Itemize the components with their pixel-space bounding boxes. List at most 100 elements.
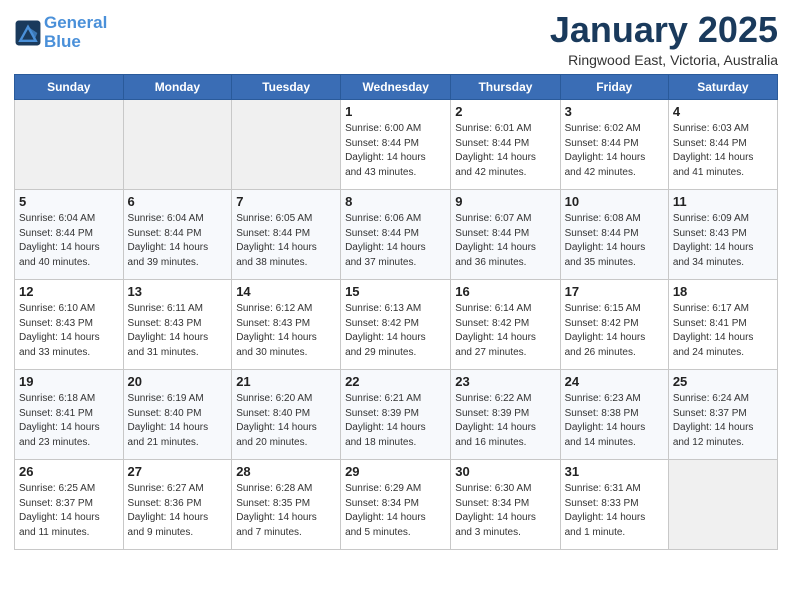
- calendar-cell: 4Sunrise: 6:03 AMSunset: 8:44 PMDaylight…: [668, 99, 777, 189]
- page: General Blue January 2025 Ringwood East,…: [0, 0, 792, 612]
- week-row-1: 1Sunrise: 6:00 AMSunset: 8:44 PMDaylight…: [15, 99, 778, 189]
- day-info: Sunrise: 6:11 AMSunset: 8:43 PMDaylight:…: [128, 302, 228, 360]
- day-number: 26: [19, 463, 119, 482]
- calendar-cell: [668, 459, 777, 549]
- calendar-cell: 31Sunrise: 6:31 AMSunset: 8:33 PMDayligh…: [560, 459, 668, 549]
- calendar: SundayMondayTuesdayWednesdayThursdayFrid…: [14, 74, 778, 550]
- day-info: Sunrise: 6:02 AMSunset: 8:44 PMDaylight:…: [565, 122, 664, 180]
- day-number: 23: [455, 373, 555, 392]
- weekday-header-friday: Friday: [560, 74, 668, 99]
- day-number: 14: [236, 283, 336, 302]
- day-info: Sunrise: 6:05 AMSunset: 8:44 PMDaylight:…: [236, 212, 336, 270]
- weekday-header-thursday: Thursday: [451, 74, 560, 99]
- day-info: Sunrise: 6:17 AMSunset: 8:41 PMDaylight:…: [673, 302, 773, 360]
- day-number: 28: [236, 463, 336, 482]
- calendar-cell: [232, 99, 341, 189]
- calendar-cell: 22Sunrise: 6:21 AMSunset: 8:39 PMDayligh…: [341, 369, 451, 459]
- day-info: Sunrise: 6:07 AMSunset: 8:44 PMDaylight:…: [455, 212, 555, 270]
- calendar-cell: 23Sunrise: 6:22 AMSunset: 8:39 PMDayligh…: [451, 369, 560, 459]
- logo-icon: [14, 19, 42, 47]
- day-info: Sunrise: 6:15 AMSunset: 8:42 PMDaylight:…: [565, 302, 664, 360]
- day-number: 3: [565, 103, 664, 122]
- calendar-cell: 11Sunrise: 6:09 AMSunset: 8:43 PMDayligh…: [668, 189, 777, 279]
- day-info: Sunrise: 6:12 AMSunset: 8:43 PMDaylight:…: [236, 302, 336, 360]
- day-number: 25: [673, 373, 773, 392]
- title-block: January 2025 Ringwood East, Victoria, Au…: [550, 10, 778, 68]
- day-number: 4: [673, 103, 773, 122]
- day-number: 12: [19, 283, 119, 302]
- calendar-cell: 9Sunrise: 6:07 AMSunset: 8:44 PMDaylight…: [451, 189, 560, 279]
- calendar-cell: 5Sunrise: 6:04 AMSunset: 8:44 PMDaylight…: [15, 189, 124, 279]
- day-number: 29: [345, 463, 446, 482]
- day-info: Sunrise: 6:29 AMSunset: 8:34 PMDaylight:…: [345, 482, 446, 540]
- day-info: Sunrise: 6:19 AMSunset: 8:40 PMDaylight:…: [128, 392, 228, 450]
- logo-general: General: [44, 13, 107, 32]
- day-number: 11: [673, 193, 773, 212]
- week-row-5: 26Sunrise: 6:25 AMSunset: 8:37 PMDayligh…: [15, 459, 778, 549]
- day-number: 20: [128, 373, 228, 392]
- day-info: Sunrise: 6:04 AMSunset: 8:44 PMDaylight:…: [128, 212, 228, 270]
- day-info: Sunrise: 6:04 AMSunset: 8:44 PMDaylight:…: [19, 212, 119, 270]
- calendar-cell: 30Sunrise: 6:30 AMSunset: 8:34 PMDayligh…: [451, 459, 560, 549]
- day-info: Sunrise: 6:03 AMSunset: 8:44 PMDaylight:…: [673, 122, 773, 180]
- day-number: 24: [565, 373, 664, 392]
- calendar-cell: [123, 99, 232, 189]
- day-number: 21: [236, 373, 336, 392]
- day-info: Sunrise: 6:20 AMSunset: 8:40 PMDaylight:…: [236, 392, 336, 450]
- calendar-cell: 16Sunrise: 6:14 AMSunset: 8:42 PMDayligh…: [451, 279, 560, 369]
- day-info: Sunrise: 6:21 AMSunset: 8:39 PMDaylight:…: [345, 392, 446, 450]
- day-info: Sunrise: 6:23 AMSunset: 8:38 PMDaylight:…: [565, 392, 664, 450]
- day-number: 9: [455, 193, 555, 212]
- day-info: Sunrise: 6:10 AMSunset: 8:43 PMDaylight:…: [19, 302, 119, 360]
- day-info: Sunrise: 6:31 AMSunset: 8:33 PMDaylight:…: [565, 482, 664, 540]
- day-number: 31: [565, 463, 664, 482]
- calendar-cell: 7Sunrise: 6:05 AMSunset: 8:44 PMDaylight…: [232, 189, 341, 279]
- calendar-cell: 10Sunrise: 6:08 AMSunset: 8:44 PMDayligh…: [560, 189, 668, 279]
- header: General Blue January 2025 Ringwood East,…: [14, 10, 778, 68]
- week-row-4: 19Sunrise: 6:18 AMSunset: 8:41 PMDayligh…: [15, 369, 778, 459]
- calendar-cell: 26Sunrise: 6:25 AMSunset: 8:37 PMDayligh…: [15, 459, 124, 549]
- weekday-header-wednesday: Wednesday: [341, 74, 451, 99]
- day-number: 7: [236, 193, 336, 212]
- calendar-cell: 19Sunrise: 6:18 AMSunset: 8:41 PMDayligh…: [15, 369, 124, 459]
- day-info: Sunrise: 6:25 AMSunset: 8:37 PMDaylight:…: [19, 482, 119, 540]
- day-info: Sunrise: 6:08 AMSunset: 8:44 PMDaylight:…: [565, 212, 664, 270]
- calendar-cell: [15, 99, 124, 189]
- day-number: 22: [345, 373, 446, 392]
- calendar-cell: 1Sunrise: 6:00 AMSunset: 8:44 PMDaylight…: [341, 99, 451, 189]
- location: Ringwood East, Victoria, Australia: [550, 52, 778, 68]
- calendar-cell: 12Sunrise: 6:10 AMSunset: 8:43 PMDayligh…: [15, 279, 124, 369]
- day-number: 30: [455, 463, 555, 482]
- day-number: 8: [345, 193, 446, 212]
- day-info: Sunrise: 6:28 AMSunset: 8:35 PMDaylight:…: [236, 482, 336, 540]
- day-info: Sunrise: 6:14 AMSunset: 8:42 PMDaylight:…: [455, 302, 555, 360]
- calendar-cell: 15Sunrise: 6:13 AMSunset: 8:42 PMDayligh…: [341, 279, 451, 369]
- calendar-cell: 29Sunrise: 6:29 AMSunset: 8:34 PMDayligh…: [341, 459, 451, 549]
- calendar-cell: 27Sunrise: 6:27 AMSunset: 8:36 PMDayligh…: [123, 459, 232, 549]
- day-number: 19: [19, 373, 119, 392]
- day-number: 2: [455, 103, 555, 122]
- weekday-header-row: SundayMondayTuesdayWednesdayThursdayFrid…: [15, 74, 778, 99]
- calendar-body: 1Sunrise: 6:00 AMSunset: 8:44 PMDaylight…: [15, 99, 778, 549]
- calendar-cell: 8Sunrise: 6:06 AMSunset: 8:44 PMDaylight…: [341, 189, 451, 279]
- day-info: Sunrise: 6:09 AMSunset: 8:43 PMDaylight:…: [673, 212, 773, 270]
- day-info: Sunrise: 6:22 AMSunset: 8:39 PMDaylight:…: [455, 392, 555, 450]
- week-row-3: 12Sunrise: 6:10 AMSunset: 8:43 PMDayligh…: [15, 279, 778, 369]
- calendar-cell: 28Sunrise: 6:28 AMSunset: 8:35 PMDayligh…: [232, 459, 341, 549]
- calendar-cell: 18Sunrise: 6:17 AMSunset: 8:41 PMDayligh…: [668, 279, 777, 369]
- day-info: Sunrise: 6:30 AMSunset: 8:34 PMDaylight:…: [455, 482, 555, 540]
- week-row-2: 5Sunrise: 6:04 AMSunset: 8:44 PMDaylight…: [15, 189, 778, 279]
- calendar-cell: 3Sunrise: 6:02 AMSunset: 8:44 PMDaylight…: [560, 99, 668, 189]
- day-info: Sunrise: 6:27 AMSunset: 8:36 PMDaylight:…: [128, 482, 228, 540]
- calendar-cell: 6Sunrise: 6:04 AMSunset: 8:44 PMDaylight…: [123, 189, 232, 279]
- day-info: Sunrise: 6:24 AMSunset: 8:37 PMDaylight:…: [673, 392, 773, 450]
- day-number: 6: [128, 193, 228, 212]
- weekday-header-tuesday: Tuesday: [232, 74, 341, 99]
- calendar-cell: 14Sunrise: 6:12 AMSunset: 8:43 PMDayligh…: [232, 279, 341, 369]
- day-number: 16: [455, 283, 555, 302]
- calendar-cell: 2Sunrise: 6:01 AMSunset: 8:44 PMDaylight…: [451, 99, 560, 189]
- calendar-cell: 24Sunrise: 6:23 AMSunset: 8:38 PMDayligh…: [560, 369, 668, 459]
- weekday-header-saturday: Saturday: [668, 74, 777, 99]
- calendar-cell: 20Sunrise: 6:19 AMSunset: 8:40 PMDayligh…: [123, 369, 232, 459]
- calendar-cell: 13Sunrise: 6:11 AMSunset: 8:43 PMDayligh…: [123, 279, 232, 369]
